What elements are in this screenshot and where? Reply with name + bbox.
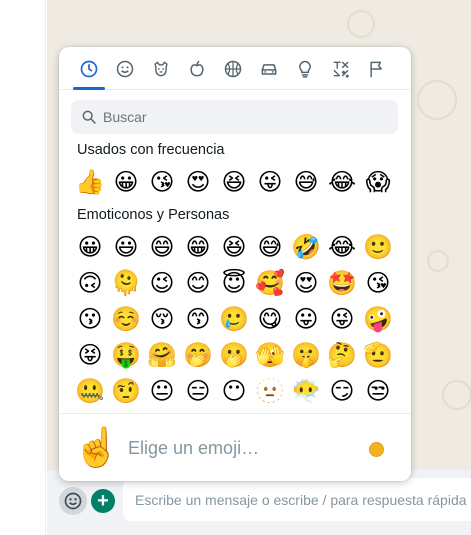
emoji-smileys-20[interactable]: 😚: [144, 301, 180, 337]
emoji-smileys-32[interactable]: 🫣: [252, 337, 288, 373]
attach-button[interactable]: +: [91, 489, 115, 513]
emoji-preview-footer: ☝️ Elige un emoji…: [59, 413, 411, 481]
emoji-smileys-17[interactable]: 😘: [360, 265, 396, 301]
flag-icon: [370, 61, 382, 78]
emoji-smileys-41[interactable]: 🫥: [252, 373, 288, 409]
emoji-smileys-8[interactable]: 🙂: [360, 229, 396, 265]
emoji-smileys-15[interactable]: 😍: [288, 265, 324, 301]
emoji-smileys-40[interactable]: 😶: [216, 373, 252, 409]
smileys-emoji-grid: 😀 😃 😄 😁 😆 😅 🤣 😂 🙂 🙃 🫠 😉 😊 😇 🥰 😍 🤩 😘 😗 ☺️ 😚 😙 🥲 😋 😛 😜 🤪 😝 🤑 🤗 🤭 🫢 🫣 🤫 🤔 🫡 🤐 🤨 😐…: [72, 229, 396, 409]
lightbulb-icon: [299, 60, 311, 78]
tab-flags[interactable]: [359, 55, 395, 89]
tab-smileys[interactable]: [107, 55, 143, 89]
tab-objects[interactable]: [287, 55, 323, 89]
emoji-smileys-5[interactable]: 😅: [252, 229, 288, 265]
emoji-smileys-42[interactable]: 😶‍🌫️: [288, 373, 324, 409]
emoji-smileys-9[interactable]: 🙃: [72, 265, 108, 301]
emoji-search-input[interactable]: [103, 100, 383, 134]
emoji-search: [71, 100, 398, 134]
emoji-frequent-3[interactable]: 😍: [180, 164, 216, 200]
emoji-frequent-6[interactable]: 😅: [288, 164, 324, 200]
smiley-icon: [116, 60, 134, 78]
tab-symbols[interactable]: [323, 55, 359, 89]
emoji-smileys-0[interactable]: 😀: [72, 229, 108, 265]
emoji-smileys-37[interactable]: 🤨: [108, 373, 144, 409]
emoji-smileys-31[interactable]: 🫢: [216, 337, 252, 373]
emoji-smileys-28[interactable]: 🤑: [108, 337, 144, 373]
emoji-smileys-44[interactable]: 😒: [360, 373, 396, 409]
tab-animals[interactable]: [143, 55, 179, 89]
emoji-smileys-12[interactable]: 😊: [180, 265, 216, 301]
doodle-circle: [417, 80, 457, 120]
emoji-smileys-19[interactable]: ☺️: [108, 301, 144, 337]
emoji-smileys-25[interactable]: 😜: [324, 301, 360, 337]
emoji-smileys-6[interactable]: 🤣: [288, 229, 324, 265]
emoji-frequent-2[interactable]: 😘: [144, 164, 180, 200]
emoji-smileys-24[interactable]: 😛: [288, 301, 324, 337]
animal-icon: [154, 61, 168, 77]
doodle-circle: [442, 380, 471, 410]
skin-tone-selector[interactable]: [369, 442, 384, 457]
emoji-smileys-33[interactable]: 🤫: [288, 337, 324, 373]
emoji-smileys-22[interactable]: 🥲: [216, 301, 252, 337]
emoji-smileys-35[interactable]: 🫡: [360, 337, 396, 373]
emoji-smileys-10[interactable]: 🫠: [108, 265, 144, 301]
emoji-smileys-14[interactable]: 🥰: [252, 265, 288, 301]
emoji-preview-hint: Elige un emoji…: [128, 438, 260, 458]
emoji-smileys-26[interactable]: 🤪: [360, 301, 396, 337]
emoji-frequent-7[interactable]: 😂: [324, 164, 360, 200]
emoji-smileys-11[interactable]: 😉: [144, 265, 180, 301]
frequent-emoji-grid: 👍 😀 😘 😍 😆 😜 😅 😂 😱: [72, 164, 396, 200]
emoji-smileys-30[interactable]: 🤭: [180, 337, 216, 373]
doodle-circle: [427, 250, 449, 272]
emoji-smileys-4[interactable]: 😆: [216, 229, 252, 265]
emoji-category-tabs: [59, 47, 411, 90]
section-title-frequent: Usados con frecuencia: [77, 142, 225, 158]
emoji-smileys-2[interactable]: 😄: [144, 229, 180, 265]
emoji-smileys-29[interactable]: 🤗: [144, 337, 180, 373]
tab-food[interactable]: [179, 55, 215, 89]
emoji-smileys-21[interactable]: 😙: [180, 301, 216, 337]
emoji-frequent-5[interactable]: 😜: [252, 164, 288, 200]
emoji-frequent-4[interactable]: 😆: [216, 164, 252, 200]
emoji-smileys-23[interactable]: 😋: [252, 301, 288, 337]
emoji-smileys-34[interactable]: 🤔: [324, 337, 360, 373]
smiley-icon: [64, 492, 82, 510]
emoji-smileys-27[interactable]: 😝: [72, 337, 108, 373]
message-input[interactable]: [123, 478, 471, 521]
emoji-smileys-39[interactable]: 😑: [180, 373, 216, 409]
left-panel-edge: [0, 0, 46, 535]
search-icon: [82, 110, 96, 124]
emoji-frequent-0[interactable]: 👍: [72, 164, 108, 200]
tab-travel[interactable]: [251, 55, 287, 89]
doodle-circle: [347, 10, 375, 38]
section-title-smileys: Emoticonos y Personas: [77, 207, 230, 223]
emoji-smileys-13[interactable]: 😇: [216, 265, 252, 301]
activity-icon: [224, 60, 242, 78]
tab-activities[interactable]: [215, 55, 251, 89]
emoji-smileys-7[interactable]: 😂: [324, 229, 360, 265]
emoji-preview: ☝️: [73, 427, 121, 469]
symbols-icon: [333, 61, 349, 78]
car-icon: [261, 64, 277, 75]
emoji-smileys-18[interactable]: 😗: [72, 301, 108, 337]
emoji-picker: Usados con frecuencia 👍😀😘😍😆😜😅😂😱 Emoticon…: [59, 47, 411, 481]
emoji-smileys-3[interactable]: 😁: [180, 229, 216, 265]
emoji-frequent-1[interactable]: 😀: [108, 164, 144, 200]
tab-recent[interactable]: [71, 55, 107, 90]
emoji-smileys-43[interactable]: 😏: [324, 373, 360, 409]
emoji-smileys-38[interactable]: 😐: [144, 373, 180, 409]
emoji-frequent-8[interactable]: 😱: [360, 164, 396, 200]
emoji-smileys-1[interactable]: 😃: [108, 229, 144, 265]
emoji-smileys-36[interactable]: 🤐: [72, 373, 108, 409]
food-icon: [190, 60, 204, 77]
clock-icon: [80, 60, 98, 78]
emoji-smileys-16[interactable]: 🤩: [324, 265, 360, 301]
emoji-toggle-button[interactable]: [59, 487, 87, 515]
